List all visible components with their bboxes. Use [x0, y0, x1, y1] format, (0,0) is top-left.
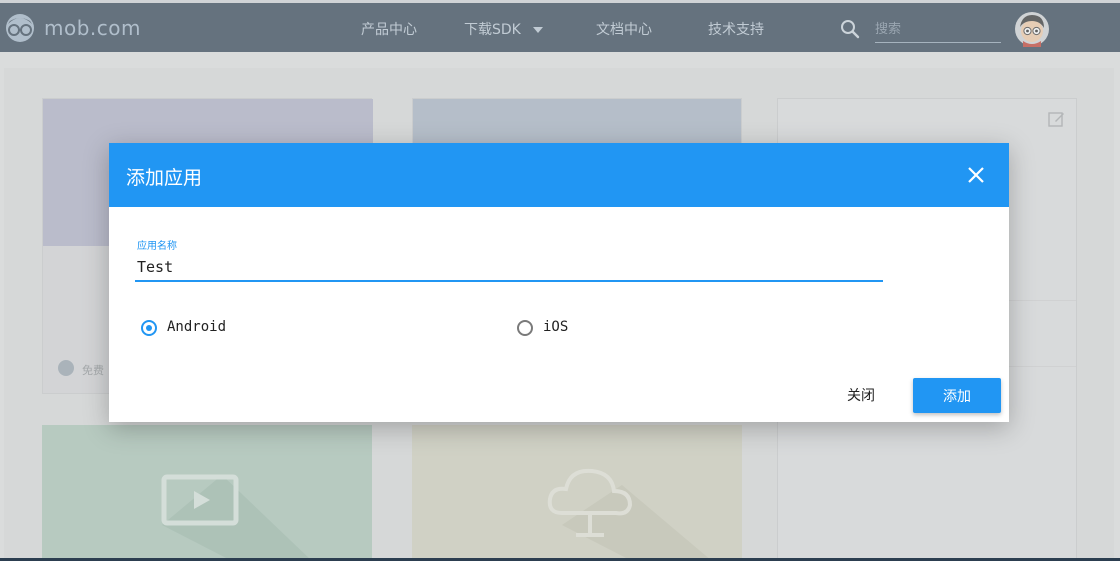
app-window: mob.com 产品中心 下载SDK 文档中心 技术支持 免费 [0, 0, 1120, 561]
add-button[interactable]: 添加 [913, 378, 1001, 413]
close-button[interactable]: 关闭 [831, 379, 891, 411]
close-icon[interactable] [966, 165, 986, 185]
radio-ios-label[interactable]: iOS [543, 319, 568, 335]
radio-android-label[interactable]: Android [167, 319, 226, 335]
add-app-dialog: 添加应用 应用名称 Android iOS 关闭 添加 [109, 143, 1009, 422]
app-name-input[interactable] [135, 254, 883, 282]
dialog-title: 添加应用 [126, 167, 203, 189]
dialog-header: 添加应用 [109, 143, 1009, 207]
radio-android[interactable] [141, 320, 157, 336]
radio-ios[interactable] [517, 320, 533, 336]
app-name-label: 应用名称 [137, 241, 177, 252]
